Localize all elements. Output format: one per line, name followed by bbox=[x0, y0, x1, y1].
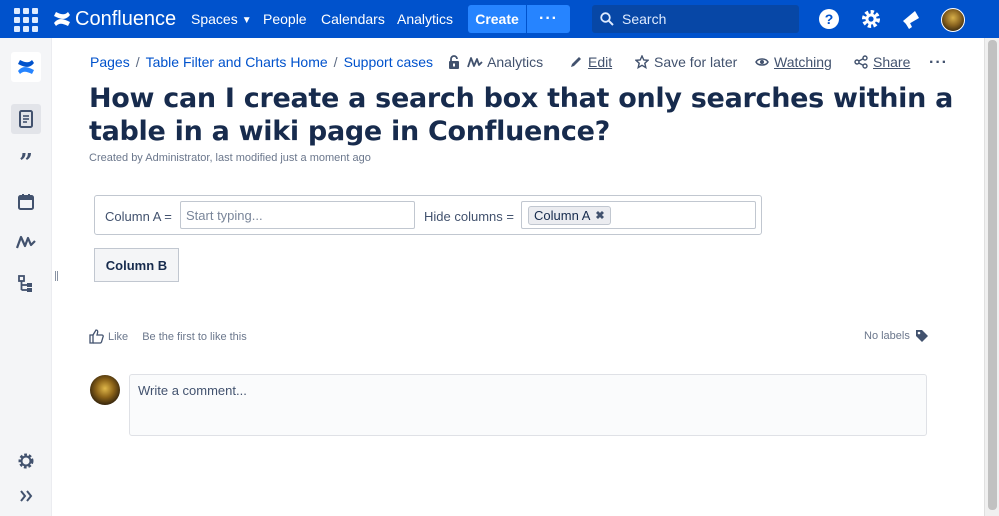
notifications-megaphone-icon[interactable] bbox=[900, 8, 922, 30]
breadcrumb-support-cases[interactable]: Support cases bbox=[344, 54, 434, 70]
chevron-down-icon: ▼ bbox=[241, 15, 252, 26]
sidebar-resize-handle[interactable] bbox=[55, 271, 58, 281]
remove-tag-icon[interactable]: ✖ bbox=[595, 209, 604, 222]
tag-icon[interactable] bbox=[915, 329, 929, 343]
thumbs-up-icon[interactable] bbox=[89, 329, 104, 344]
labels-area: No labels bbox=[864, 329, 929, 343]
sidebar-pages-icon[interactable] bbox=[11, 104, 41, 134]
edit-button[interactable]: Edit bbox=[569, 54, 612, 70]
hidden-column-tag: Column A ✖ bbox=[528, 206, 611, 225]
watching-button[interactable]: Watching bbox=[755, 54, 832, 70]
analytics-link[interactable]: Analytics bbox=[467, 54, 543, 70]
column-a-filter-label: Column A = bbox=[105, 209, 172, 224]
logo-text: Confluence bbox=[75, 7, 177, 30]
scrollbar-thumb[interactable] bbox=[988, 40, 997, 510]
space-sidebar: ” bbox=[0, 38, 52, 516]
comment-input[interactable]: Write a comment... bbox=[129, 374, 927, 436]
no-labels-text: No labels bbox=[864, 330, 910, 342]
unlock-icon[interactable] bbox=[447, 55, 461, 69]
create-more-button[interactable]: ··· bbox=[527, 5, 570, 33]
settings-gear-icon[interactable] bbox=[860, 8, 882, 30]
column-a-filter-input[interactable] bbox=[180, 201, 415, 229]
nav-analytics[interactable]: Analytics bbox=[397, 11, 453, 27]
user-avatar[interactable] bbox=[941, 8, 965, 32]
eye-icon bbox=[755, 58, 769, 66]
search-input[interactable] bbox=[622, 11, 792, 27]
sidebar-analytics-icon[interactable] bbox=[11, 227, 41, 257]
page-byline: Created by Administrator, last modified … bbox=[89, 152, 371, 164]
search-box[interactable] bbox=[592, 5, 799, 33]
analytics-icon bbox=[467, 57, 483, 68]
sidebar-settings-gear-icon[interactable] bbox=[11, 446, 41, 476]
svg-text:?: ? bbox=[825, 11, 834, 27]
table-filter-panel: Column A = Hide columns = Column A ✖ bbox=[94, 195, 762, 235]
table-header-column-b[interactable]: Column B bbox=[94, 248, 179, 282]
breadcrumb: Pages / Table Filter and Charts Home / S… bbox=[90, 54, 543, 70]
more-actions-button[interactable]: ··· bbox=[929, 54, 948, 72]
hidden-column-tag-label: Column A bbox=[534, 208, 591, 223]
save-for-later-button[interactable]: Save for later bbox=[635, 54, 737, 70]
hide-columns-select[interactable]: Column A ✖ bbox=[521, 201, 756, 229]
nav-calendars[interactable]: Calendars bbox=[321, 11, 385, 27]
sidebar-confluence-icon[interactable] bbox=[11, 52, 41, 82]
comment-user-avatar bbox=[90, 375, 120, 405]
sidebar-expand-icon[interactable] bbox=[11, 481, 41, 511]
help-icon[interactable]: ? bbox=[818, 8, 840, 30]
share-label: Share bbox=[873, 54, 911, 70]
like-row: Like Be the first to like this bbox=[89, 329, 247, 344]
nav-spaces[interactable]: Spaces ▼ bbox=[191, 11, 252, 27]
svg-text:”: ” bbox=[19, 152, 33, 172]
share-button[interactable]: Share bbox=[854, 54, 910, 70]
create-button[interactable]: Create bbox=[468, 5, 526, 33]
like-status-text: Be the first to like this bbox=[142, 330, 247, 343]
top-navigation: Confluence Spaces ▼ People Calendars Anal… bbox=[0, 0, 999, 38]
confluence-logo[interactable]: Confluence bbox=[52, 6, 176, 32]
analytics-link-label: Analytics bbox=[487, 54, 544, 70]
edit-label: Edit bbox=[588, 54, 613, 70]
hide-columns-label: Hide columns = bbox=[424, 209, 514, 224]
save-for-later-label: Save for later bbox=[654, 54, 738, 70]
sidebar-page-tree-icon[interactable] bbox=[11, 269, 41, 299]
confluence-logo-icon bbox=[54, 12, 70, 26]
pencil-icon bbox=[571, 57, 581, 67]
page-scrollbar[interactable] bbox=[984, 38, 999, 516]
breadcrumb-pages[interactable]: Pages bbox=[90, 54, 130, 70]
breadcrumb-table-filter-home[interactable]: Table Filter and Charts Home bbox=[146, 54, 328, 70]
share-icon bbox=[854, 55, 868, 69]
page-title: How can I create a search box that only … bbox=[89, 83, 954, 147]
star-icon bbox=[635, 55, 649, 69]
breadcrumb-separator: / bbox=[135, 54, 140, 70]
nav-spaces-label: Spaces bbox=[191, 11, 238, 27]
sidebar-calendar-icon[interactable] bbox=[11, 187, 41, 217]
sidebar-blog-quote-icon[interactable]: ” bbox=[11, 147, 41, 177]
search-icon bbox=[600, 12, 614, 26]
watching-label: Watching bbox=[774, 54, 832, 70]
like-link[interactable]: Like bbox=[108, 331, 128, 343]
nav-people[interactable]: People bbox=[263, 11, 307, 27]
breadcrumb-separator: / bbox=[333, 54, 338, 70]
app-switcher-icon[interactable] bbox=[14, 8, 38, 32]
